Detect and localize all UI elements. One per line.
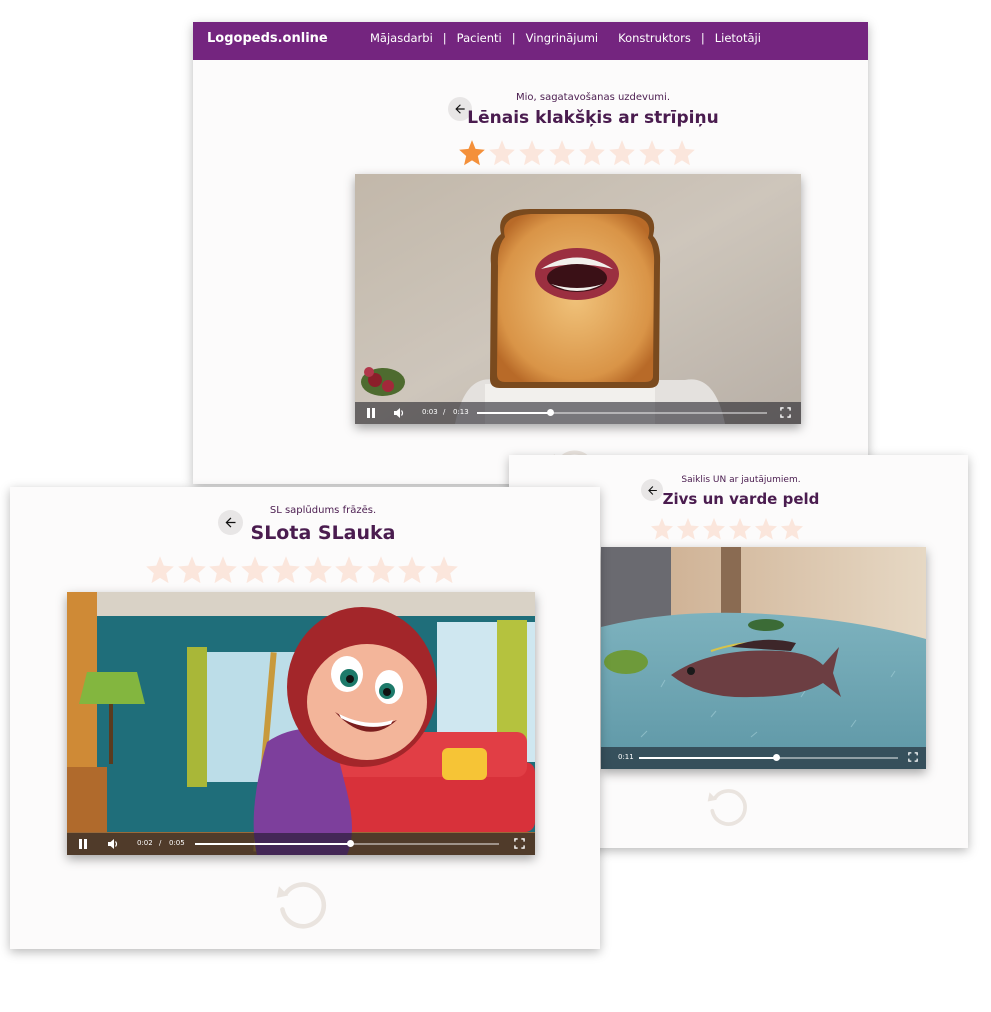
progress-knob[interactable] [773,754,781,761]
video-current-time: 0:03 [422,408,438,416]
video-frame-bread-mouth [355,174,801,424]
star-icon[interactable] [397,555,427,585]
star-icon[interactable] [702,517,726,541]
star-rating [458,139,698,167]
video-frame-fish [601,547,926,769]
nav-item-majasdarbi[interactable]: Mājasdarbi [370,31,433,45]
video-progress-bar[interactable] [477,409,767,416]
video-duration: 0:13 [453,408,469,416]
nav-item-vingrinajumi[interactable]: Vingrinājumi [526,31,599,45]
video-current-time: 0:02 [137,839,153,847]
nav-item-pacienti[interactable]: Pacienti [457,31,502,45]
exercise-subtitle: Mio, sagatavošanas uzdevumi. [515,92,670,103]
time-separator: / [443,408,446,416]
time-separator: / [159,839,162,847]
star-icon[interactable] [650,517,674,541]
nav-separator: | [511,31,516,45]
exercise-card-left: SL saplūdums frāzēs. SLota SLauka 0:02 /… [10,487,600,949]
star-icon[interactable] [303,555,333,585]
main-nav: Mājasdarbi | Pacienti | Vingrinājumi Kon… [370,31,761,45]
progress-knob[interactable] [546,409,554,416]
star-icon[interactable] [754,517,778,541]
star-icon[interactable] [458,139,486,167]
star-icon[interactable] [638,139,666,167]
star-icon[interactable] [728,517,752,541]
video-progress-bar[interactable] [639,754,898,761]
star-icon[interactable] [518,139,546,167]
star-icon[interactable] [366,555,396,585]
star-icon[interactable] [429,555,459,585]
video-duration: 0:11 [618,753,634,761]
replay-icon[interactable] [272,877,330,935]
video-player[interactable]: 0:11 [601,547,926,769]
star-icon[interactable] [668,139,696,167]
star-icon[interactable] [240,555,270,585]
star-rating [145,555,460,585]
fullscreen-icon[interactable] [780,407,791,418]
exercise-subtitle: Saiklis UN ar jautājumiem. [681,475,801,485]
volume-icon[interactable] [393,407,405,419]
star-icon[interactable] [608,139,636,167]
star-icon[interactable] [177,555,207,585]
video-controls: 0:02 / 0:05 [67,833,535,855]
video-controls: 0:11 [601,747,926,769]
pause-icon[interactable] [77,838,89,850]
video-player[interactable]: 0:03 / 0:13 [355,174,801,424]
nav-item-konstruktors[interactable]: Konstruktors [618,31,691,45]
exercise-title: SLota SLauka [250,522,396,544]
star-icon[interactable] [780,517,804,541]
star-icon[interactable] [208,555,238,585]
nav-item-lietotaji[interactable]: Lietotāji [715,31,761,45]
star-icon[interactable] [488,139,516,167]
exercise-title: Zivs un varde peld [662,490,820,508]
video-controls: 0:03 / 0:13 [355,402,801,424]
fullscreen-icon[interactable] [514,838,525,849]
exercise-card-main: Logopeds.online Mājasdarbi | Pacienti | … [193,22,868,491]
progress-knob[interactable] [347,840,355,847]
star-icon[interactable] [271,555,301,585]
pause-icon[interactable] [365,407,377,419]
star-rating [650,517,806,541]
star-icon[interactable] [676,517,700,541]
video-duration: 0:05 [169,839,185,847]
video-frame-cartoon-girl [67,592,535,855]
brand-logo[interactable]: Logopeds.online [207,31,328,46]
star-icon[interactable] [578,139,606,167]
video-player[interactable]: 0:02 / 0:05 [67,592,535,855]
exercise-subtitle: SL saplūdums frāzēs. [269,505,377,516]
top-navbar: Logopeds.online Mājasdarbi | Pacienti | … [193,22,868,60]
nav-separator: | [700,31,705,45]
nav-separator: | [442,31,447,45]
star-icon[interactable] [548,139,576,167]
exercise-title: Lēnais klakšķis ar strīpiņu [467,108,719,128]
star-icon[interactable] [334,555,364,585]
fullscreen-icon[interactable] [908,752,918,762]
video-progress-bar[interactable] [195,840,499,847]
volume-icon[interactable] [107,838,119,850]
star-icon[interactable] [145,555,175,585]
replay-icon[interactable] [704,785,750,831]
